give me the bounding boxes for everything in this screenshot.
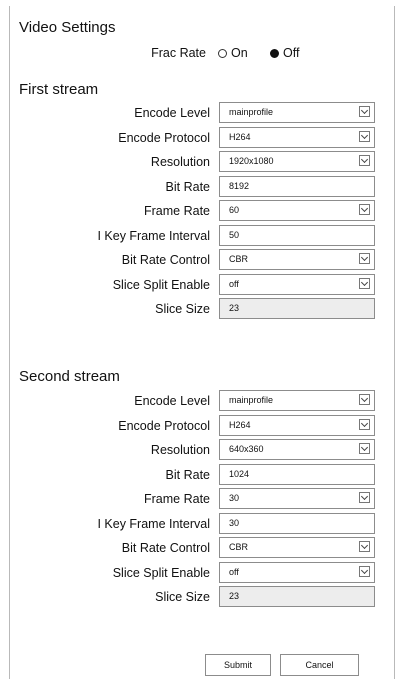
bit-rate-control-select[interactable]: CBR	[219, 249, 375, 270]
bit-rate-control-select[interactable]: CBR	[219, 537, 375, 558]
second-stream-i-key-frame-interval-row: I Key Frame Interval 30	[0, 512, 397, 535]
encode-level-label: Encode Level	[134, 106, 210, 120]
slice-size-label: Slice Size	[155, 590, 210, 604]
i-key-frame-interval-input[interactable]: 50	[219, 224, 375, 246]
chevron-down-icon[interactable]	[359, 565, 370, 577]
bit-rate-value: 1024	[229, 468, 250, 479]
bit-rate-control-label: Bit Rate Control	[121, 541, 210, 555]
bit-rate-input[interactable]: 1024	[219, 463, 375, 485]
i-key-frame-interval-value: 50	[229, 229, 240, 240]
second-stream-slice-split-enable-row: Slice Split Enable off	[0, 561, 397, 584]
first-stream-bit-rate-control-row: Bit Rate Control CBR	[0, 249, 397, 271]
second-stream-resolution-row: Resolution 640x360	[0, 439, 397, 461]
encode-level-value: mainprofile	[229, 107, 274, 117]
slice-size-value: 23	[229, 303, 240, 313]
second-stream-title: Second stream	[19, 368, 120, 385]
frame-rate-label: Frame Rate	[144, 492, 210, 506]
submit-button[interactable]: Submit	[205, 654, 271, 676]
i-key-frame-interval-label: I Key Frame Interval	[97, 228, 210, 243]
resolution-select[interactable]: 1920x1080	[219, 151, 375, 172]
chevron-down-icon[interactable]	[359, 277, 370, 289]
chevron-down-icon[interactable]	[359, 155, 370, 166]
frac-rate-on-radio[interactable]: On	[218, 44, 248, 62]
bit-rate-value: 8192	[229, 180, 250, 191]
frame-rate-value: 60	[229, 205, 240, 215]
frame-rate-label: Frame Rate	[144, 204, 210, 218]
bit-rate-control-value: CBR	[229, 542, 249, 552]
bit-rate-label: Bit Rate	[165, 179, 210, 194]
first-stream-resolution-row: Resolution 1920x1080	[0, 151, 397, 173]
chevron-down-icon[interactable]	[359, 106, 370, 117]
encode-protocol-label: Encode Protocol	[118, 418, 210, 433]
first-stream-encode-protocol-row: Encode Protocol H264	[0, 126, 397, 149]
first-stream-title: First stream	[19, 81, 99, 98]
slice-split-enable-select[interactable]: off	[219, 273, 375, 295]
second-stream-frame-rate-row: Frame Rate 30	[0, 488, 397, 510]
bit-rate-input[interactable]: 8192	[219, 175, 375, 197]
slice-split-enable-label: Slice Split Enable	[112, 565, 210, 580]
page-title: Video Settings	[19, 19, 116, 36]
slice-split-enable-value: off	[229, 278, 239, 289]
encode-protocol-value: H264	[229, 131, 251, 142]
bit-rate-control-label: Bit Rate Control	[121, 253, 210, 267]
frac-rate-label: Frac Rate	[151, 46, 206, 60]
slice-size-label: Slice Size	[155, 302, 210, 316]
chevron-down-icon[interactable]	[359, 492, 370, 503]
i-key-frame-interval-input[interactable]: 30	[219, 512, 375, 534]
encode-protocol-label: Encode Protocol	[118, 130, 210, 145]
first-stream-i-key-frame-interval-row: I Key Frame Interval 50	[0, 224, 397, 247]
encode-protocol-value: H264	[229, 419, 251, 430]
first-stream-bit-rate-row: Bit Rate 8192	[0, 175, 397, 198]
chevron-down-icon[interactable]	[359, 130, 370, 142]
frac-rate-on-label: On	[231, 46, 248, 60]
resolution-label: Resolution	[150, 443, 210, 457]
radio-off-icon	[270, 49, 279, 58]
chevron-down-icon[interactable]	[359, 541, 370, 552]
slice-size-field: 23	[219, 298, 375, 319]
frame-rate-select[interactable]: 60	[219, 200, 375, 221]
i-key-frame-interval-label: I Key Frame Interval	[97, 516, 210, 531]
radio-on-icon	[218, 49, 227, 58]
resolution-value: 640x360	[229, 444, 264, 454]
second-stream-encode-level-row: Encode Level mainprofile	[0, 390, 397, 412]
frac-rate-row: Frac Rate On Off	[0, 44, 397, 62]
second-stream-encode-protocol-row: Encode Protocol H264	[0, 414, 397, 437]
chevron-down-icon[interactable]	[359, 394, 370, 405]
second-stream-bit-rate-row: Bit Rate 1024	[0, 463, 397, 486]
slice-split-enable-label: Slice Split Enable	[112, 277, 210, 292]
second-stream-slice-size-row: Slice Size 23	[0, 586, 397, 608]
second-stream-bit-rate-control-row: Bit Rate Control CBR	[0, 537, 397, 559]
frac-rate-off-label: Off	[283, 46, 300, 60]
resolution-label: Resolution	[150, 155, 210, 169]
cancel-button[interactable]: Cancel	[280, 654, 359, 676]
frame-rate-select[interactable]: 30	[219, 488, 375, 509]
first-stream-slice-split-enable-row: Slice Split Enable off	[0, 273, 397, 296]
slice-size-field: 23	[219, 586, 375, 607]
encode-level-select[interactable]: mainprofile	[219, 102, 375, 123]
bit-rate-label: Bit Rate	[165, 467, 210, 482]
encode-level-label: Encode Level	[134, 394, 210, 408]
slice-size-value: 23	[229, 591, 240, 601]
encode-protocol-select[interactable]: H264	[219, 126, 375, 148]
encode-protocol-select[interactable]: H264	[219, 414, 375, 436]
frac-rate-off-radio[interactable]: Off	[270, 44, 299, 62]
encode-level-value: mainprofile	[229, 395, 274, 405]
frame-rate-value: 30	[229, 493, 240, 503]
chevron-down-icon[interactable]	[359, 443, 370, 454]
slice-split-enable-select[interactable]: off	[219, 561, 375, 583]
chevron-down-icon[interactable]	[359, 418, 370, 430]
i-key-frame-interval-value: 30	[229, 517, 240, 528]
resolution-value: 1920x1080	[229, 156, 274, 166]
first-stream-slice-size-row: Slice Size 23	[0, 298, 397, 320]
first-stream-encode-level-row: Encode Level mainprofile	[0, 102, 397, 124]
encode-level-select[interactable]: mainprofile	[219, 390, 375, 411]
chevron-down-icon[interactable]	[359, 204, 370, 215]
bit-rate-control-value: CBR	[229, 254, 249, 264]
slice-split-enable-value: off	[229, 566, 239, 577]
first-stream-frame-rate-row: Frame Rate 60	[0, 200, 397, 222]
chevron-down-icon[interactable]	[359, 253, 370, 264]
resolution-select[interactable]: 640x360	[219, 439, 375, 460]
